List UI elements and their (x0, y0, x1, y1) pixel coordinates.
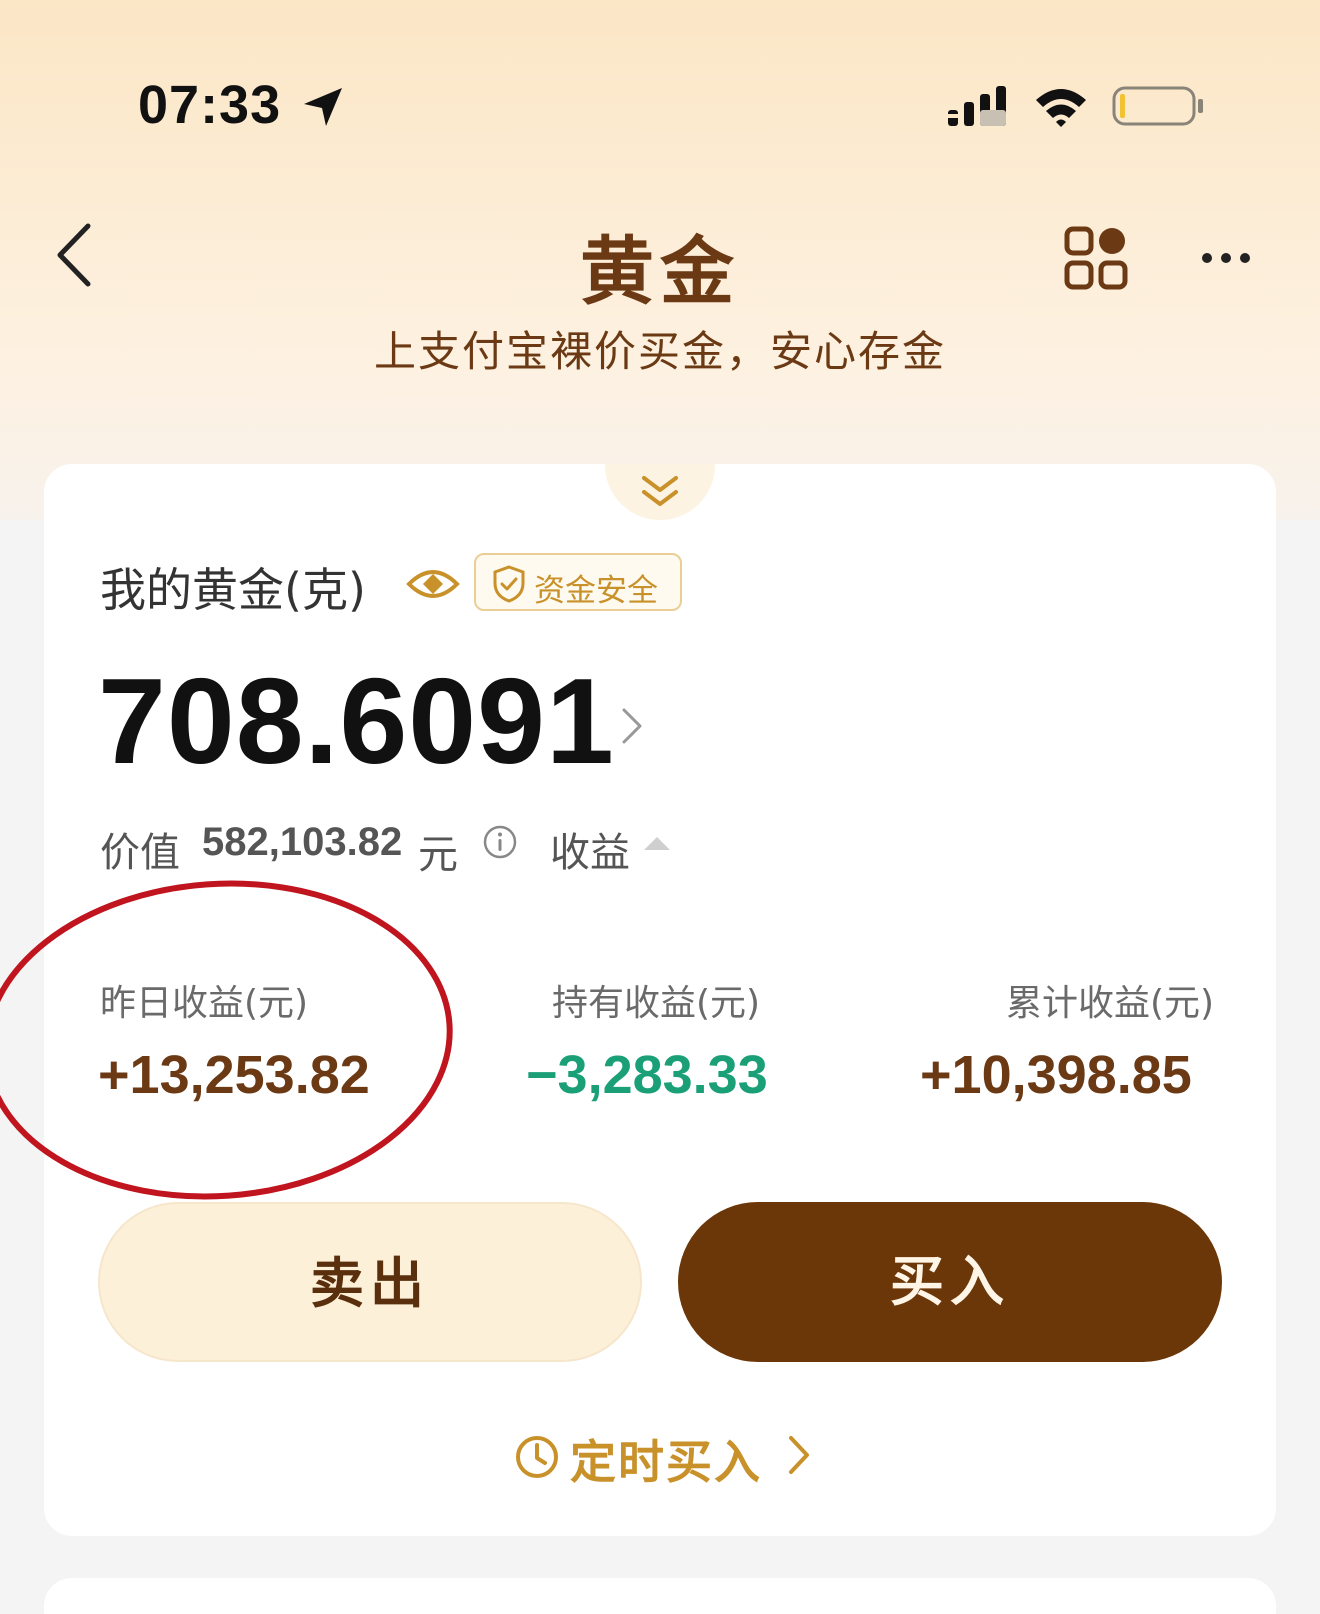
sell-button[interactable]: 卖出 (98, 1202, 642, 1362)
more-options-icon[interactable] (1200, 238, 1252, 278)
scheduled-buy-label: 定时买入 (570, 1435, 762, 1489)
chevron-right-icon (789, 1436, 809, 1474)
stat-label-yesterday: 昨日收益(元) (100, 983, 309, 1024)
value-label: 价值 (100, 830, 180, 876)
stat-value-holding: −3,283.33 (526, 1045, 768, 1105)
page-subtitle: 上支付宝裸价买金，安心存金 (373, 327, 946, 376)
visibility-eye-icon[interactable] (406, 562, 460, 606)
caret-up-icon[interactable] (642, 834, 672, 852)
cellular-signal-icon (948, 86, 1006, 126)
holdings-label: 我的黄金(克) (100, 563, 366, 617)
wifi-icon (1036, 89, 1086, 127)
next-card (44, 1578, 1276, 1614)
stat-value-cumulative: +10,398.85 (920, 1045, 1192, 1105)
value-unit: 元 (418, 832, 458, 878)
stat-label-holding: 持有收益(元) (552, 983, 761, 1024)
value-amount: 582,103.82 (202, 820, 403, 864)
stat-value-yesterday: +13,253.82 (98, 1045, 370, 1105)
safety-badge-label: 资金安全 (534, 573, 658, 609)
buy-button[interactable]: 买入 (678, 1202, 1222, 1362)
double-chevron-down-icon[interactable] (638, 472, 682, 512)
clock-icon (516, 1436, 558, 1478)
scheduled-buy-link[interactable]: 定时买入 (510, 1422, 820, 1489)
profit-toggle[interactable]: 收益 (550, 820, 630, 878)
fund-safety-badge[interactable]: 资金安全 (474, 553, 682, 611)
info-icon[interactable] (482, 824, 518, 860)
battery-icon (1112, 86, 1203, 126)
shield-check-icon (493, 565, 525, 603)
chevron-right-icon[interactable] (618, 702, 646, 750)
location-arrow-icon (304, 88, 342, 126)
status-bar: 07:33 (0, 0, 1320, 170)
mini-app-grid-icon[interactable] (1064, 226, 1128, 290)
status-time: 07:33 (138, 75, 282, 135)
stat-label-cumulative: 累计收益(元) (1006, 983, 1215, 1024)
gold-grams-value[interactable]: 708.6091 (98, 660, 615, 782)
